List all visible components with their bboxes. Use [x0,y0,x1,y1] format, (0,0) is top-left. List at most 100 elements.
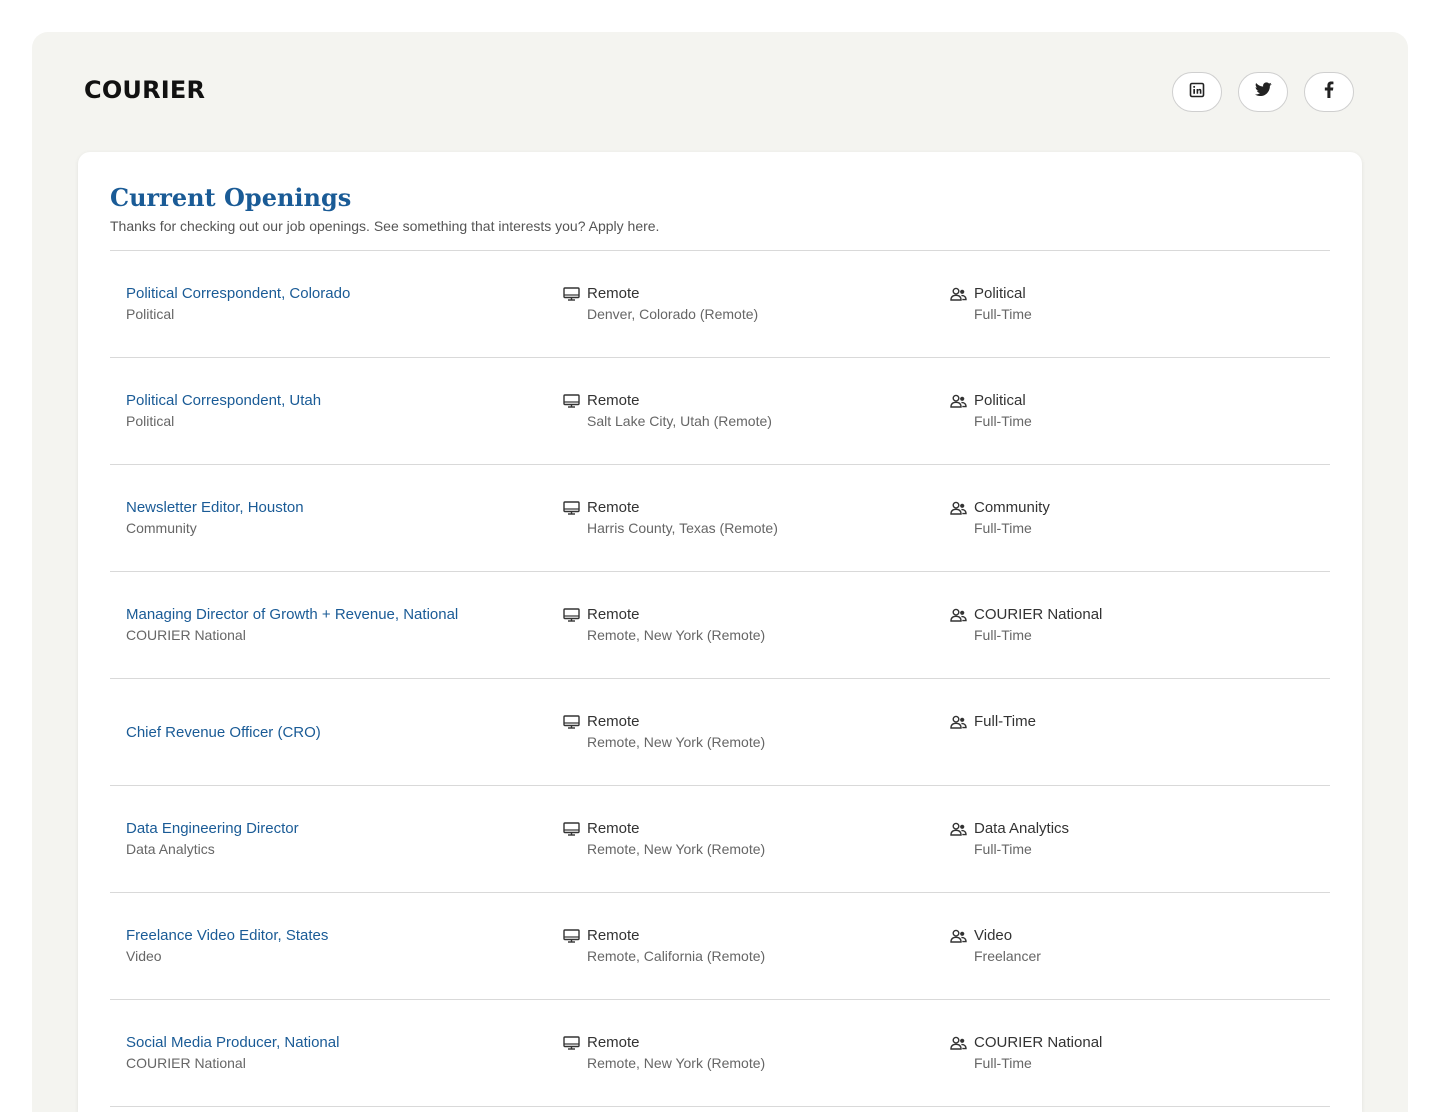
courier-logo[interactable]: COURIER [84,76,205,104]
job-title-link[interactable]: Political Correspondent, Colorado [126,283,546,304]
job-title-link[interactable]: Social Media Producer, National [126,1032,546,1053]
monitor-icon [562,821,580,837]
job-title-link[interactable]: Data Engineering Director [126,818,546,839]
monitor-icon [562,286,580,302]
job-title-link[interactable]: Freelance Video Editor, States [126,925,546,946]
job-workplace: Remote [587,392,640,409]
job-location: Remote, California (Remote) [587,948,766,964]
job-location-column: Remote Remote, California (Remote) [562,925,932,967]
job-location-column: Remote Remote, New York (Remote) [562,818,932,860]
linkedin-icon [1189,82,1205,103]
people-icon [949,714,967,730]
job-title-column: Newsletter Editor, Houston Community [126,465,546,571]
job-title-column: Data Engineering Director Data Analytics [126,786,546,892]
job-location: Salt Lake City, Utah (Remote) [587,413,772,429]
people-icon [949,821,967,837]
job-department: Political [126,306,175,322]
job-team: Video [974,927,1013,944]
monitor-icon [562,607,580,623]
openings-header: Current Openings Thanks for checking out… [110,182,1330,236]
job-department: COURIER National [126,627,246,643]
page-background: COURIER Current Openings Thanks for chec… [32,32,1408,1112]
monitor-icon [562,1035,580,1051]
people-icon [949,1035,967,1051]
job-location-column: Remote Remote, New York (Remote) [562,604,932,646]
social-links [1172,72,1354,112]
job-location: Remote, New York (Remote) [587,734,766,750]
job-team-column: Full-Time [949,711,1319,732]
job-team-column: Data Analytics Full-Time [949,818,1319,860]
linkedin-button[interactable] [1172,72,1222,112]
job-type: Full-Time [974,306,1032,322]
job-row: Political Correspondent, Colorado Politi… [110,251,1330,358]
job-location: Remote, New York (Remote) [587,1055,766,1071]
job-type: Full-Time [974,627,1032,643]
job-workplace: Remote [587,285,640,302]
job-title-column: Managing Director of Growth + Revenue, N… [126,572,546,678]
people-icon [949,393,967,409]
people-icon [949,500,967,516]
people-icon [949,286,967,302]
monitor-icon [562,393,580,409]
people-icon [949,607,967,623]
job-team: Full-Time [974,713,1036,730]
job-department: Video [126,948,162,964]
job-row: Managing Director of Growth + Revenue, N… [110,572,1330,679]
monitor-icon [562,928,580,944]
job-title-link[interactable]: Newsletter Editor, Houston [126,497,546,518]
job-location-column: Remote Salt Lake City, Utah (Remote) [562,390,932,432]
job-location: Harris County, Texas (Remote) [587,520,778,536]
job-title-column: Chief Revenue Officer (CRO) [126,679,546,785]
job-workplace: Remote [587,606,640,623]
job-department: Data Analytics [126,841,215,857]
monitor-icon [562,714,580,730]
job-team-column: Political Full-Time [949,283,1319,325]
job-list: Political Correspondent, Colorado Politi… [110,250,1330,1107]
job-department: COURIER National [126,1055,246,1071]
job-row: Data Engineering Director Data Analytics… [110,786,1330,893]
job-workplace: Remote [587,713,640,730]
page-subtitle: Thanks for checking out our job openings… [110,218,660,234]
page-title: Current Openings [110,183,352,212]
job-team-column: COURIER National Full-Time [949,604,1319,646]
job-title-link[interactable]: Political Correspondent, Utah [126,390,546,411]
job-workplace: Remote [587,820,640,837]
openings-card: Current Openings Thanks for checking out… [78,152,1362,1112]
job-row: Newsletter Editor, Houston Community Rem… [110,465,1330,572]
job-team-column: Video Freelancer [949,925,1319,967]
job-row: Social Media Producer, National COURIER … [110,1000,1330,1107]
job-row: Chief Revenue Officer (CRO) Remote Remot… [110,679,1330,786]
job-title-link[interactable]: Managing Director of Growth + Revenue, N… [126,604,546,625]
people-icon [949,928,967,944]
job-type: Full-Time [974,413,1032,429]
job-department: Political [126,413,175,429]
job-team-column: Political Full-Time [949,390,1319,432]
job-location-column: Remote Harris County, Texas (Remote) [562,497,932,539]
job-type: Full-Time [974,520,1032,536]
job-location: Denver, Colorado (Remote) [587,306,759,322]
job-row: Freelance Video Editor, States Video Rem… [110,893,1330,1000]
job-team: COURIER National [974,1034,1103,1051]
job-location-column: Remote Denver, Colorado (Remote) [562,283,932,325]
job-workplace: Remote [587,1034,640,1051]
job-type: Full-Time [974,1055,1032,1071]
job-title-column: Social Media Producer, National COURIER … [126,1000,546,1106]
job-title-column: Freelance Video Editor, States Video [126,893,546,999]
job-title-link[interactable]: Chief Revenue Officer (CRO) [126,722,546,743]
job-team-column: Community Full-Time [949,497,1319,539]
job-workplace: Remote [587,927,640,944]
job-location-column: Remote Remote, New York (Remote) [562,711,932,753]
facebook-button[interactable] [1304,72,1354,112]
monitor-icon [562,500,580,516]
job-team: COURIER National [974,606,1103,623]
job-team-column: COURIER National Full-Time [949,1032,1319,1074]
job-location: Remote, New York (Remote) [587,841,766,857]
job-location: Remote, New York (Remote) [587,627,766,643]
job-row: Political Correspondent, Utah Political … [110,358,1330,465]
twitter-button[interactable] [1238,72,1288,112]
job-team: Data Analytics [974,820,1070,837]
job-team: Political [974,285,1026,302]
job-title-column: Political Correspondent, Utah Political [126,358,546,464]
job-type: Freelancer [974,948,1041,964]
job-title-column: Political Correspondent, Colorado Politi… [126,251,546,357]
